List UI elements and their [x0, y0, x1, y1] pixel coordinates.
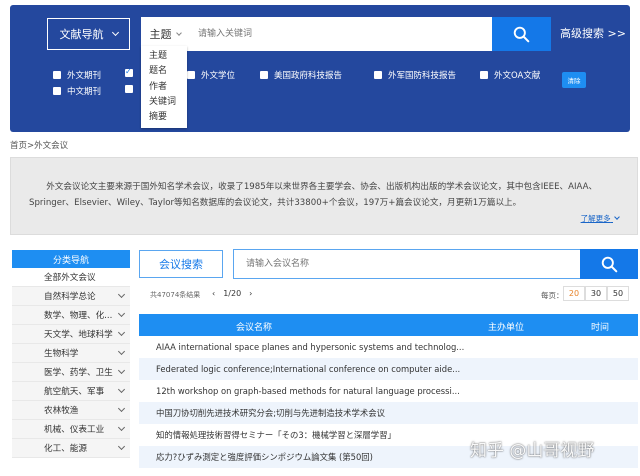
- checkbox-box[interactable]: [374, 71, 382, 79]
- search-icon: [513, 26, 530, 42]
- checkbox-box[interactable]: [53, 87, 61, 95]
- chevron-down-icon: [117, 423, 126, 432]
- sidebar-item[interactable]: 航空航天、军事: [12, 382, 130, 401]
- dropdown-option[interactable]: 题名: [141, 64, 187, 79]
- results-count: 共47074条结果: [150, 291, 201, 299]
- chevron-down-icon: [111, 28, 119, 37]
- sidebar-item[interactable]: 数学、物理、化...: [12, 306, 130, 325]
- per-page-option[interactable]: 50: [607, 286, 629, 301]
- table-row[interactable]: 12th workshop on graph-based methods for…: [139, 380, 638, 402]
- next-page-icon[interactable]: ›: [249, 289, 252, 298]
- sidebar-item[interactable]: 全部外文会议: [12, 268, 130, 287]
- sidebar-item[interactable]: 自然科学总论: [12, 287, 130, 306]
- checkbox-hidden[interactable]: [125, 85, 139, 93]
- chevron-down-icon: [175, 30, 182, 36]
- learn-more-link[interactable]: 了解更多: [581, 213, 620, 224]
- nav-select-label: 文献导航: [59, 28, 104, 41]
- column-header: 时间: [591, 323, 610, 333]
- prev-page-icon[interactable]: ‹: [212, 289, 215, 298]
- checkbox-box[interactable]: [480, 71, 488, 79]
- dropdown-option[interactable]: 作者: [141, 80, 187, 95]
- field-dropdown-menu: 主题 题名 作者 关键词 摘要: [141, 46, 187, 128]
- intro-text: 外文会议论文主要来源于国外知名学术会议，收录了1985年以来世界各主要学会、协会…: [29, 182, 598, 208]
- nav-select[interactable]: 文献导航: [47, 18, 130, 50]
- checkbox-waiwen-qikan[interactable]: 外文期刊: [53, 69, 101, 81]
- dropdown-option[interactable]: 摘要: [141, 110, 187, 125]
- sidebar-item[interactable]: 天文学、地球科学: [12, 325, 130, 344]
- checkbox-box[interactable]: [125, 85, 133, 93]
- sidebar-title: 分类导航: [12, 250, 130, 268]
- per-page-label: 每页：: [541, 291, 564, 300]
- header-banner: 文献导航 主题 高级搜索 >> 外文期刊 外文学位 美国政府科技报告 外军国防科…: [10, 5, 630, 132]
- chevron-down-icon: [117, 309, 126, 318]
- conference-search-button[interactable]: [580, 249, 638, 279]
- per-page-option[interactable]: 30: [585, 286, 607, 301]
- table-row[interactable]: AIAA international space planes and hype…: [139, 336, 638, 358]
- chevron-down-icon: [117, 442, 126, 451]
- search-button[interactable]: [492, 17, 551, 51]
- chevron-down-icon: [117, 328, 126, 337]
- conference-search-input[interactable]: [234, 250, 574, 278]
- chevron-down-icon: [117, 404, 126, 413]
- column-header: 会议名称: [236, 323, 273, 333]
- advanced-search-link[interactable]: 高级搜索 >>: [560, 25, 626, 41]
- pager: ‹ 1/20 ›: [212, 289, 252, 298]
- sidebar-item[interactable]: 农林牧渔: [12, 401, 130, 420]
- per-page-option[interactable]: 20: [563, 286, 585, 301]
- table-row[interactable]: Federated logic conference;International…: [139, 358, 638, 380]
- category-sidebar: 分类导航 全部外文会议 自然科学总论 数学、物理、化... 天文学、地球科学 生…: [12, 250, 130, 458]
- checkbox-box[interactable]: [260, 71, 268, 79]
- column-header: 主办单位: [488, 323, 525, 333]
- watermark: 知乎 @山哥视野: [470, 441, 595, 461]
- table-row[interactable]: 中国刀协切削先进技术研究分会;切削与先进制造技术学术会议: [139, 402, 638, 424]
- breadcrumb[interactable]: 首页>外文会议: [10, 139, 68, 151]
- table-header: 会议名称 主办单位 时间: [139, 314, 638, 336]
- page: 文献导航 主题 高级搜索 >> 外文期刊 外文学位 美国政府科技报告 外军国防科…: [0, 0, 640, 476]
- search-box: 主题: [141, 17, 551, 51]
- sidebar-item[interactable]: 医学、药学、卫生: [12, 363, 130, 382]
- chevron-down-icon: [117, 366, 126, 375]
- chevron-down-icon: [614, 214, 620, 220]
- search-icon: [601, 256, 617, 272]
- clear-button[interactable]: 清除: [562, 72, 586, 88]
- conference-search-tab[interactable]: 会议搜索: [139, 250, 223, 278]
- intro-panel: 外文会议论文主要来源于国外知名学术会议，收录了1985年以来世界各主要学会、协会…: [10, 157, 638, 235]
- dropdown-option[interactable]: 关键词: [141, 95, 187, 110]
- checkbox-zhongwen-qikan[interactable]: 中文期刊: [53, 85, 101, 97]
- checkbox-waiwen-huiyi[interactable]: [125, 67, 139, 77]
- sidebar-item[interactable]: 生物科学: [12, 344, 130, 363]
- checkbox-box[interactable]: [187, 71, 195, 79]
- chevron-down-icon: [117, 385, 126, 394]
- field-select-label: 主题: [149, 28, 172, 41]
- checkbox-oa[interactable]: 外文OA文献: [480, 69, 540, 81]
- sidebar-item[interactable]: 机械、仪表工业: [12, 420, 130, 439]
- sidebar-item[interactable]: 化工、能源: [12, 439, 130, 458]
- conference-search-box: [233, 249, 638, 279]
- checkbox-box[interactable]: [125, 67, 133, 77]
- chevron-down-icon: [117, 290, 126, 299]
- search-input[interactable]: [190, 17, 490, 51]
- checkbox-box[interactable]: [53, 71, 61, 79]
- checkbox-defense-reports[interactable]: 外军国防科技报告: [374, 69, 456, 81]
- checkbox-waiwen-xuewei[interactable]: 外文学位: [187, 69, 235, 81]
- dropdown-option[interactable]: 主题: [141, 49, 187, 64]
- page-indicator: 1/20: [223, 289, 242, 298]
- checkbox-us-gov-reports[interactable]: 美国政府科技报告: [260, 69, 342, 81]
- chevron-down-icon: [117, 347, 126, 356]
